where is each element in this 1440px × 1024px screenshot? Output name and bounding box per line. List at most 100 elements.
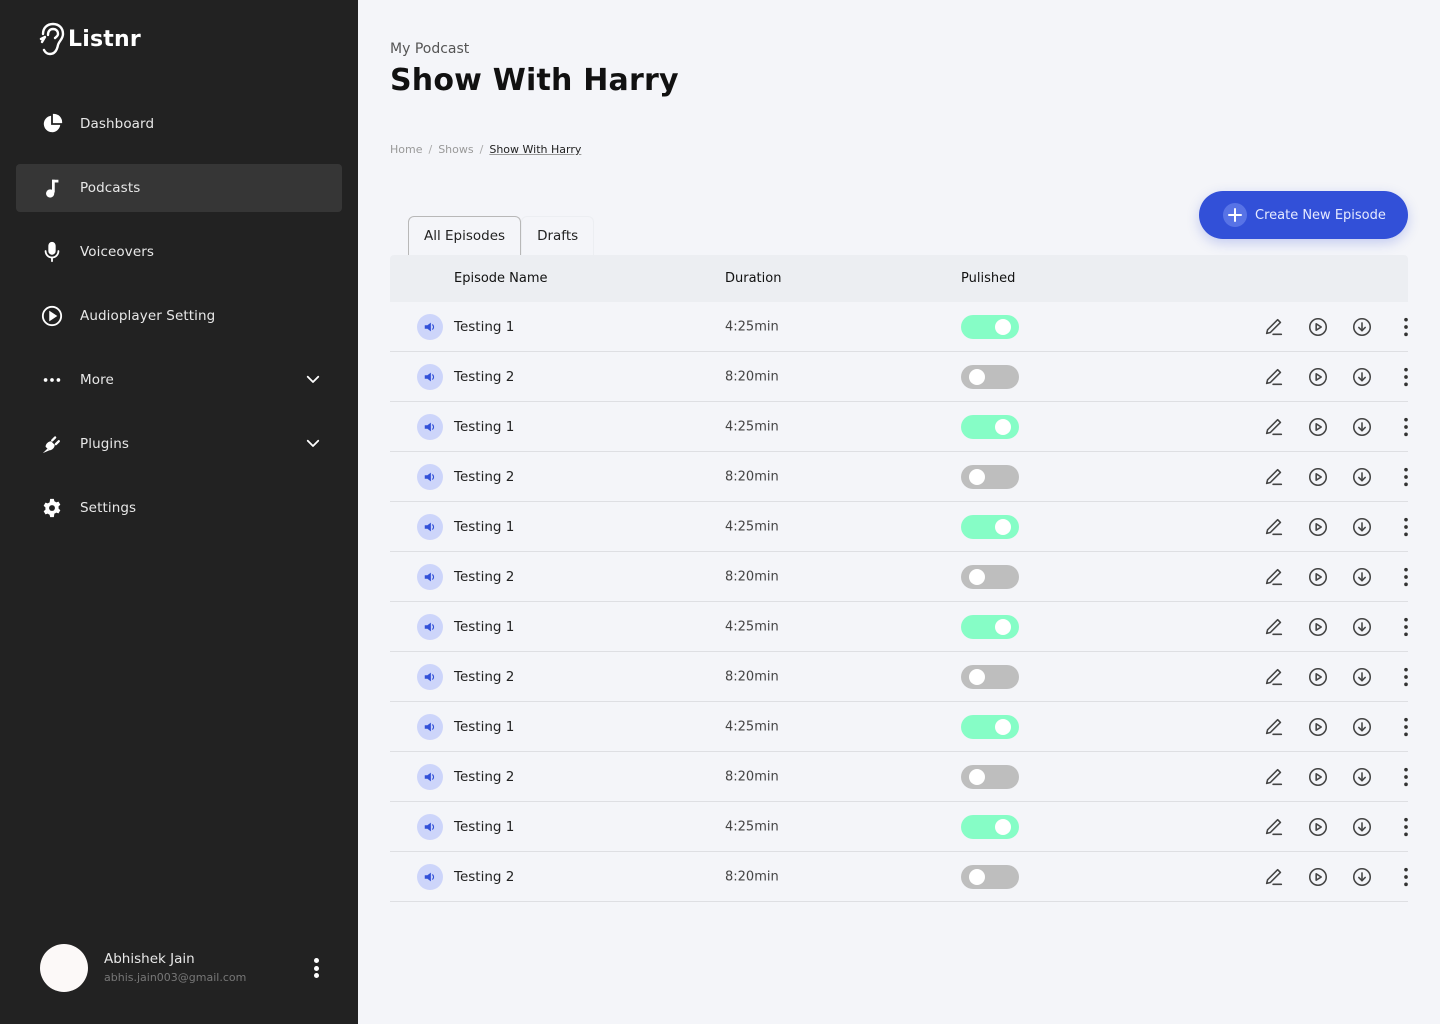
play-circle-icon[interactable] — [1306, 815, 1330, 839]
published-toggle[interactable] — [961, 464, 1019, 489]
table-row[interactable]: Testing 1 4:25min — [390, 602, 1408, 652]
download-icon[interactable] — [1350, 515, 1374, 539]
speaker-icon[interactable] — [417, 363, 443, 390]
edit-icon[interactable] — [1262, 865, 1286, 889]
download-icon[interactable] — [1350, 865, 1374, 889]
more-vertical-icon[interactable] — [1394, 815, 1418, 839]
play-circle-icon[interactable] — [1306, 515, 1330, 539]
published-toggle[interactable] — [961, 364, 1019, 389]
speaker-icon[interactable] — [417, 763, 443, 790]
published-toggle[interactable] — [961, 564, 1019, 589]
play-circle-icon[interactable] — [1306, 465, 1330, 489]
published-toggle[interactable] — [961, 864, 1019, 889]
edit-icon[interactable] — [1262, 565, 1286, 589]
table-row[interactable]: Testing 2 8:20min — [390, 652, 1408, 702]
chevron-down-icon[interactable] — [304, 370, 324, 390]
speaker-icon[interactable] — [417, 463, 443, 490]
tab-drafts[interactable]: Drafts — [521, 216, 595, 255]
play-circle-icon[interactable] — [1306, 615, 1330, 639]
table-row[interactable]: Testing 2 8:20min — [390, 752, 1408, 802]
speaker-icon[interactable] — [417, 613, 443, 640]
speaker-icon[interactable] — [417, 413, 443, 440]
breadcrumb-current[interactable]: Show With Harry — [489, 143, 581, 156]
speaker-icon[interactable] — [417, 513, 443, 540]
edit-icon[interactable] — [1262, 315, 1286, 339]
published-toggle[interactable] — [961, 814, 1019, 839]
play-circle-icon[interactable] — [1306, 415, 1330, 439]
more-vertical-icon[interactable] — [1394, 565, 1418, 589]
more-vertical-icon[interactable] — [1394, 765, 1418, 789]
table-row[interactable]: Testing 2 8:20min — [390, 352, 1408, 402]
play-circle-icon[interactable] — [1306, 865, 1330, 889]
table-row[interactable]: Testing 1 4:25min — [390, 702, 1408, 752]
play-circle-icon[interactable] — [1306, 315, 1330, 339]
table-row[interactable]: Testing 2 8:20min — [390, 452, 1408, 502]
sidebar-item-more[interactable]: More — [16, 356, 342, 404]
breadcrumb-home[interactable]: Home — [390, 143, 422, 156]
published-toggle[interactable] — [961, 314, 1019, 339]
play-circle-icon[interactable] — [1306, 565, 1330, 589]
published-toggle[interactable] — [961, 664, 1019, 689]
table-row[interactable]: Testing 1 4:25min — [390, 502, 1408, 552]
download-icon[interactable] — [1350, 765, 1374, 789]
edit-icon[interactable] — [1262, 765, 1286, 789]
sidebar-item-settings[interactable]: Settings — [16, 484, 342, 532]
edit-icon[interactable] — [1262, 715, 1286, 739]
more-vertical-icon[interactable] — [1394, 465, 1418, 489]
user-menu-button[interactable] — [308, 956, 324, 980]
sidebar-item-plugins[interactable]: Plugins — [16, 420, 342, 468]
edit-icon[interactable] — [1262, 465, 1286, 489]
table-row[interactable]: Testing 1 4:25min — [390, 802, 1408, 852]
download-icon[interactable] — [1350, 815, 1374, 839]
edit-icon[interactable] — [1262, 365, 1286, 389]
more-vertical-icon[interactable] — [1394, 515, 1418, 539]
sidebar-item-podcasts[interactable]: Podcasts — [16, 164, 342, 212]
table-row[interactable]: Testing 2 8:20min — [390, 552, 1408, 602]
speaker-icon[interactable] — [417, 713, 443, 740]
table-row[interactable]: Testing 1 4:25min — [390, 402, 1408, 452]
download-icon[interactable] — [1350, 415, 1374, 439]
more-vertical-icon[interactable] — [1394, 365, 1418, 389]
download-icon[interactable] — [1350, 465, 1374, 489]
published-toggle[interactable] — [961, 514, 1019, 539]
download-icon[interactable] — [1350, 665, 1374, 689]
download-icon[interactable] — [1350, 565, 1374, 589]
download-icon[interactable] — [1350, 315, 1374, 339]
edit-icon[interactable] — [1262, 515, 1286, 539]
more-vertical-icon[interactable] — [1394, 715, 1418, 739]
speaker-icon[interactable] — [417, 313, 443, 340]
tab-all-episodes[interactable]: All Episodes — [408, 216, 522, 255]
edit-icon[interactable] — [1262, 815, 1286, 839]
edit-icon[interactable] — [1262, 615, 1286, 639]
column-duration[interactable]: Duration — [725, 271, 781, 286]
column-published[interactable]: Pulished — [961, 271, 1015, 286]
sidebar-item-audioplayer-setting[interactable]: Audioplayer Setting — [16, 292, 342, 340]
breadcrumb-shows[interactable]: Shows — [438, 143, 473, 156]
published-toggle[interactable] — [961, 714, 1019, 739]
download-icon[interactable] — [1350, 715, 1374, 739]
more-vertical-icon[interactable] — [1394, 865, 1418, 889]
more-vertical-icon[interactable] — [1394, 315, 1418, 339]
published-toggle[interactable] — [961, 414, 1019, 439]
speaker-icon[interactable] — [417, 813, 443, 840]
more-vertical-icon[interactable] — [1394, 665, 1418, 689]
speaker-icon[interactable] — [417, 863, 443, 890]
speaker-icon[interactable] — [417, 563, 443, 590]
column-episode-name[interactable]: Episode Name — [454, 271, 548, 286]
table-row[interactable]: Testing 1 4:25min — [390, 302, 1408, 352]
edit-icon[interactable] — [1262, 415, 1286, 439]
app-logo[interactable]: Listnr — [38, 22, 141, 56]
avatar[interactable] — [40, 944, 88, 992]
sidebar-item-dashboard[interactable]: Dashboard — [16, 100, 342, 148]
more-vertical-icon[interactable] — [1394, 415, 1418, 439]
download-icon[interactable] — [1350, 615, 1374, 639]
chevron-down-icon[interactable] — [304, 434, 324, 454]
published-toggle[interactable] — [961, 614, 1019, 639]
play-circle-icon[interactable] — [1306, 715, 1330, 739]
play-circle-icon[interactable] — [1306, 665, 1330, 689]
table-row[interactable]: Testing 2 8:20min — [390, 852, 1408, 902]
download-icon[interactable] — [1350, 365, 1374, 389]
more-vertical-icon[interactable] — [1394, 615, 1418, 639]
sidebar-item-voiceovers[interactable]: Voiceovers — [16, 228, 342, 276]
edit-icon[interactable] — [1262, 665, 1286, 689]
